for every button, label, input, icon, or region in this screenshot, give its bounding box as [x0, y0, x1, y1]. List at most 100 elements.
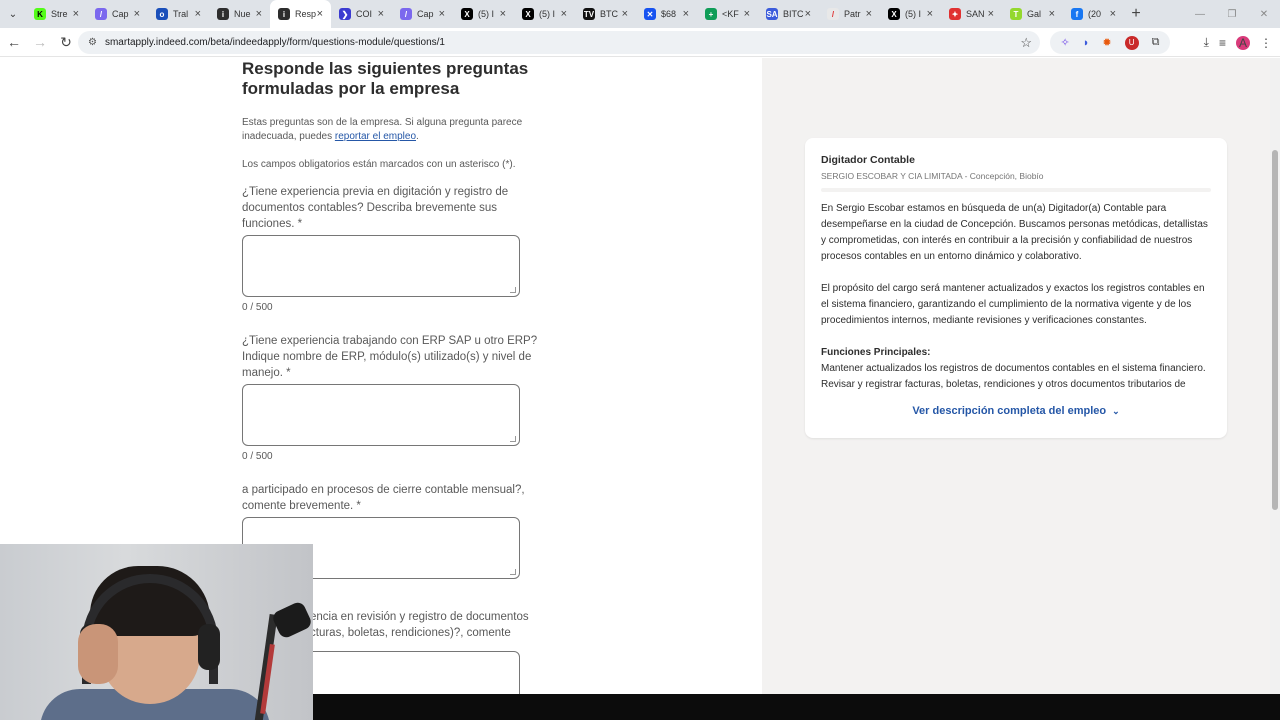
tab-favicon-icon: K — [34, 8, 46, 20]
tab-close-icon[interactable]: × — [256, 8, 262, 20]
maximize-icon[interactable]: ❐ — [1216, 9, 1248, 20]
browser-tab[interactable]: X (5) I × — [514, 0, 575, 28]
browser-tab[interactable]: X (5) I × — [453, 0, 514, 28]
tab-title: Cap — [417, 9, 434, 19]
tab-search-icon[interactable]: ⌄ — [0, 0, 26, 28]
browser-tab[interactable]: ✕ $68 × — [636, 0, 697, 28]
tab-title: BTC — [600, 9, 618, 19]
forward-icon[interactable]: → — [28, 34, 52, 50]
browser-tab[interactable]: / Patr × — [819, 0, 880, 28]
browser-tab[interactable]: + <KF × — [697, 0, 758, 28]
new-tab-button[interactable]: + — [1124, 5, 1148, 23]
tab-title: (20 — [1088, 9, 1102, 19]
tab-favicon-icon: f — [1071, 8, 1083, 20]
question-label: encia en revisión y registro de document… — [310, 611, 529, 639]
download-icon[interactable]: ⤓ — [1204, 35, 1209, 50]
tab-favicon-icon: X — [522, 8, 534, 20]
question-block: ¿Tiene experiencia trabajando con ERP SA… — [242, 333, 542, 462]
address-bar[interactable]: ⚙ smartapply.indeed.com/beta/indeedapply… — [78, 31, 1040, 54]
bookmark-star-icon[interactable]: ☆ — [1020, 35, 1032, 51]
tab-close-icon[interactable]: × — [1110, 8, 1116, 20]
minimize-icon[interactable]: — — [1184, 9, 1216, 20]
extension-icon[interactable]: U — [1124, 35, 1139, 50]
tab-strip: ⌄ K Stre × / Cap × o Tral × i Nue × i Resp × ❯ COI × / Cap ×… — [0, 0, 1280, 28]
webcam-overlay — [0, 544, 313, 720]
answer-textarea[interactable] — [242, 235, 520, 297]
scrollbar-thumb[interactable] — [1272, 150, 1278, 510]
job-card: Digitador Contable SERGIO ESCOBAR Y CIA … — [805, 138, 1227, 438]
webcam-hand — [78, 624, 118, 684]
job-description: En Sergio Escobar estamos en búsqueda de… — [821, 201, 1211, 391]
char-counter: 0 / 500 — [242, 451, 273, 462]
tab-title: Gal — [1027, 9, 1042, 19]
tab-title: Cap — [112, 9, 129, 19]
report-job-link[interactable]: reportar el empleo — [335, 131, 416, 142]
tab-close-icon[interactable]: × — [622, 8, 628, 20]
browser-tab[interactable]: f (20 × — [1063, 0, 1124, 28]
browser-tab[interactable]: ❯ COI × — [331, 0, 392, 28]
tab-close-icon[interactable]: × — [439, 8, 445, 20]
extension-icon[interactable]: ✹ — [1102, 36, 1111, 49]
intro-text: Estas preguntas son de la empresa. Si al… — [242, 116, 542, 144]
page-title: Responde las siguientes preguntas formul… — [242, 59, 529, 98]
browser-tab[interactable]: i Nue × — [209, 0, 270, 28]
tab-favicon-icon: ❯ — [339, 8, 351, 20]
extension-icon[interactable]: ✧ — [1061, 36, 1070, 49]
question-label: a participado en procesos de cierre cont… — [242, 484, 525, 512]
function-item: Mantener actualizados los registros de d… — [821, 363, 1206, 374]
browser-tab[interactable]: i Resp × — [270, 0, 331, 28]
tab-close-icon[interactable]: × — [561, 8, 567, 20]
browser-tab[interactable]: ✦ SAN × — [941, 0, 1002, 28]
tab-close-icon[interactable]: × — [1049, 8, 1055, 20]
url-text: smartapply.indeed.com/beta/indeedapply/f… — [104, 37, 445, 48]
extension-icon[interactable]: ◗ — [1083, 37, 1090, 49]
tab-title: Patr — [844, 9, 861, 19]
tab-close-icon[interactable]: × — [500, 8, 506, 20]
puzzle-icon[interactable]: ⧉ — [1152, 36, 1160, 49]
tab-close-icon[interactable]: × — [805, 8, 811, 20]
tab-favicon-icon: T — [1010, 8, 1022, 20]
tab-close-icon[interactable]: × — [988, 8, 994, 20]
required-note: Los campos obligatorios están marcados c… — [242, 159, 516, 170]
resize-handle[interactable] — [510, 436, 516, 442]
answer-textarea[interactable] — [242, 384, 520, 446]
char-counter: 0 / 500 — [242, 302, 273, 313]
tab-close-icon[interactable]: × — [378, 8, 384, 20]
tab-close-icon[interactable]: × — [866, 8, 872, 20]
resize-handle[interactable] — [510, 287, 516, 293]
reload-icon[interactable]: ↻ — [54, 34, 78, 51]
browser-tab[interactable]: o Tral × — [148, 0, 209, 28]
tab-favicon-icon: ✦ — [949, 8, 961, 20]
browser-tab[interactable]: K Stre × — [26, 0, 87, 28]
tab-close-icon[interactable]: × — [73, 8, 79, 20]
tab-title: Stre — [51, 9, 68, 19]
tab-close-icon[interactable]: × — [195, 8, 201, 20]
extensions-bar: ✧ ◗ ✹ U ⧉ — [1050, 31, 1170, 54]
reading-list-icon[interactable]: ≡ — [1219, 36, 1226, 50]
site-info-icon[interactable]: ⚙ — [88, 37, 97, 48]
browser-tab[interactable]: SA BITC × — [758, 0, 819, 28]
headphone-cup — [198, 624, 220, 670]
tab-favicon-icon: / — [95, 8, 107, 20]
more-menu-icon[interactable]: ⋮ — [1260, 36, 1272, 50]
description-paragraph: En Sergio Escobar estamos en búsqueda de… — [821, 203, 1208, 262]
back-icon[interactable]: ← — [2, 34, 26, 50]
browser-tab[interactable]: / Cap × — [392, 0, 453, 28]
view-full-description-link[interactable]: Ver descripción completa del empleo ⌄ — [821, 405, 1211, 417]
question-block: ¿Tiene experiencia previa en digitación … — [242, 184, 542, 313]
resize-handle[interactable] — [510, 569, 516, 575]
browser-tab[interactable]: T Gal × — [1002, 0, 1063, 28]
profile-avatar[interactable]: A — [1236, 35, 1250, 50]
tab-title: <KF — [722, 9, 739, 19]
job-title: Digitador Contable — [821, 154, 915, 166]
close-window-icon[interactable]: ✕ — [1248, 9, 1280, 20]
browser-tab[interactable]: X (5) I × — [880, 0, 941, 28]
tab-close-icon[interactable]: × — [683, 8, 689, 20]
tab-close-icon[interactable]: × — [317, 8, 323, 20]
browser-tab[interactable]: / Cap × — [87, 0, 148, 28]
tab-close-icon[interactable]: × — [927, 8, 933, 20]
tab-close-icon[interactable]: × — [134, 8, 140, 20]
browser-tab[interactable]: TV BTC × — [575, 0, 636, 28]
tab-close-icon[interactable]: × — [744, 8, 750, 20]
page-scrollbar[interactable] — [1270, 58, 1280, 694]
